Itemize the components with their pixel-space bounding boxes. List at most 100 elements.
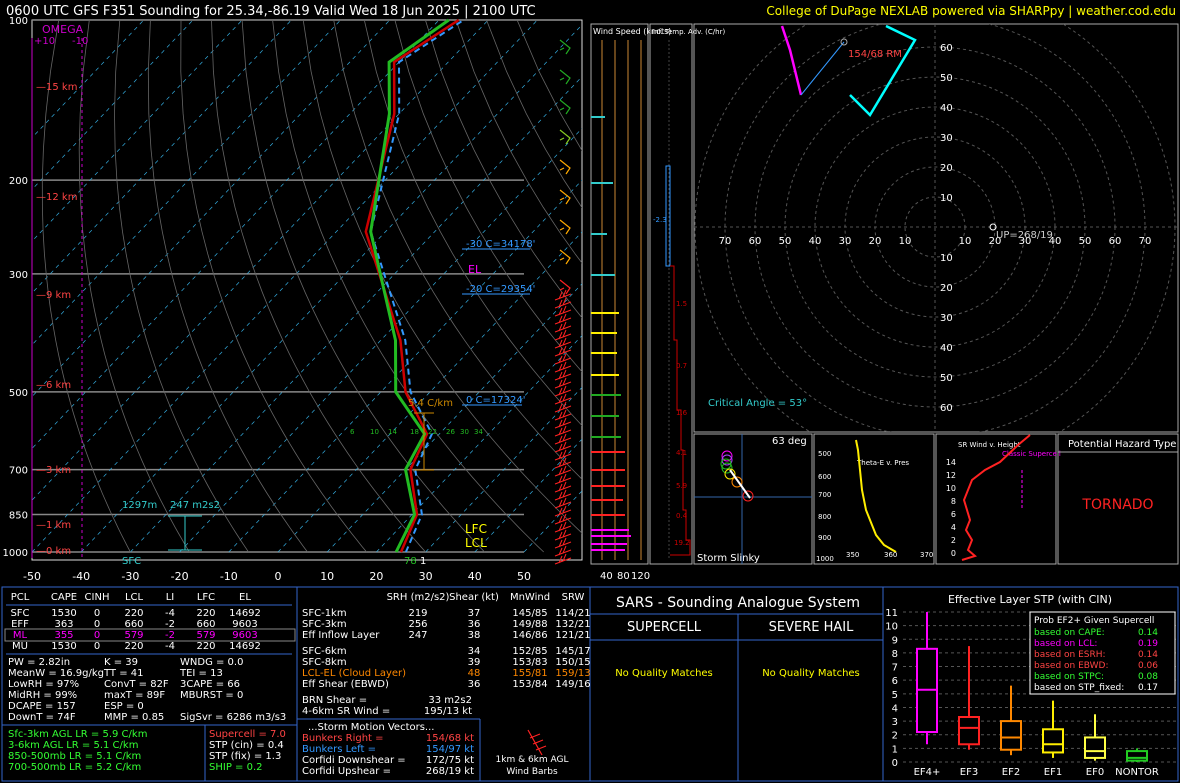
- kin-cell: 132/21: [555, 619, 590, 630]
- header-credit: College of DuPage NEXLAB powered via SHA…: [766, 4, 1176, 18]
- kin-row-label: SFC-8km: [302, 657, 347, 668]
- stp-category: EF1: [1044, 767, 1062, 778]
- pressure-tick-700: 700: [9, 466, 28, 477]
- stp-ytick: 0: [892, 758, 898, 769]
- wind-barb: [559, 219, 571, 235]
- parcel-cell: 363: [54, 619, 73, 630]
- kin-cell: 159/13: [555, 668, 590, 679]
- sars-supercell: SUPERCELL: [627, 620, 702, 635]
- kin-cell: 114/21: [555, 608, 590, 619]
- isotherm: [179, 127, 582, 553]
- stp-ytick: 2: [892, 731, 898, 742]
- index-value: MidRH = 99%: [8, 690, 77, 701]
- parcel-cell: -4: [165, 608, 175, 619]
- hodo-x-tick: 20: [869, 236, 882, 247]
- temp-tick: -40: [72, 570, 90, 583]
- header-title: 0600 UTC GFS F351 Sounding for 25.34,-86…: [6, 4, 536, 19]
- hazard-title: Potential Hazard Type: [1068, 439, 1176, 450]
- stp-ytick: 1: [892, 744, 898, 755]
- adv-val-3: 0.7: [676, 362, 687, 370]
- sfc-temp: 78: [404, 556, 417, 567]
- parcel-cell: 355: [54, 630, 73, 641]
- parcel-cell: EFF: [11, 619, 29, 630]
- hodo-ring-label: 20: [940, 283, 953, 294]
- thetae-ytick-800: 800: [818, 513, 831, 521]
- critical-angle: Critical Angle = 53°: [708, 398, 807, 409]
- parcel-cell: 9603: [232, 619, 257, 630]
- temp-tick: 10: [320, 570, 334, 583]
- srwind-ytick: 8: [951, 497, 956, 506]
- height-label: —15 km: [36, 82, 77, 93]
- srwind-ytick: 4: [951, 523, 956, 532]
- index-value: maxT = 89F: [104, 690, 165, 701]
- skewt-profiles: [364, 18, 465, 553]
- mixing-ratio-label: 6: [350, 428, 355, 436]
- stp-category: NONTOR: [1115, 767, 1159, 778]
- parcel-cell: 14692: [229, 641, 261, 652]
- parcel-cell: -4: [165, 641, 175, 652]
- hodo-x-tick: 30: [839, 236, 852, 247]
- wind-barb: [559, 39, 571, 55]
- height-label: —9 km: [36, 290, 71, 301]
- parcel-cell: 1530: [51, 641, 76, 652]
- stp-category: EF2: [1002, 767, 1020, 778]
- parcel-cell: 220: [124, 641, 143, 652]
- minus30-level: -30 C=34178': [466, 239, 535, 250]
- storm-motion-value: 172/75 kt: [426, 755, 474, 766]
- stp-box: [958, 716, 980, 746]
- sr46-value: 195/13 kt: [424, 706, 472, 717]
- stp-box: [1126, 750, 1148, 762]
- eff-srh-label: 247 m2s2: [170, 500, 220, 511]
- kin-row-label: Eff Inflow Layer: [302, 630, 380, 641]
- srwind-label: SR Wind v. Height: [958, 441, 1021, 449]
- lcl-label: LCL: [465, 536, 487, 550]
- temp-tick: -30: [121, 570, 139, 583]
- hodo-x-tick: 60: [1109, 236, 1122, 247]
- adv-val-4: 1.6: [676, 409, 688, 417]
- omega-tick-neg: -10: [72, 36, 88, 47]
- brn-value: 33 m2s2: [428, 695, 472, 706]
- thetae-label: Theta-E v. Pres: [856, 459, 909, 467]
- kinematics-table: SRH (m2/s2) Shear (kt) MnWind SRW SFC-1km 219…: [297, 592, 591, 781]
- pressure-tick-850: 850: [9, 510, 28, 521]
- kin-row-label: SFC-1km: [302, 608, 347, 619]
- hodo-ring-label: 50: [940, 373, 953, 384]
- mixing-ratio-label: 34: [474, 428, 483, 436]
- thetae-ytick-600: 600: [818, 473, 831, 481]
- hodo-x-tick: 10: [959, 236, 972, 247]
- storm-motion-label: Bunkers Left =: [302, 744, 376, 755]
- omega-tick-pos: +10: [34, 36, 55, 47]
- parcel-cell: 220: [196, 641, 215, 652]
- index-value: DownT = 74F: [8, 712, 76, 723]
- eff-layer-height: 1297m: [122, 500, 157, 511]
- hodo-x-tick: 70: [719, 236, 732, 247]
- dry-adiabat: [241, 20, 485, 553]
- wind-barb: [559, 249, 571, 265]
- kin-cell: 150/15: [555, 657, 590, 668]
- stp-legend: based on CAPE: 0.14 based on LCL: 0.19 based…: [1034, 628, 1158, 693]
- parcel-cell: MU: [12, 641, 28, 652]
- hodo-ring-label: 40: [940, 343, 953, 354]
- adv-val-5: 4.1: [676, 449, 687, 457]
- hodo-x-tick: 60: [749, 236, 762, 247]
- hodo-trace-magenta: [780, 25, 803, 96]
- hodo-x-tick: 50: [779, 236, 792, 247]
- parcel-cell: 0: [94, 630, 100, 641]
- el-label: EL: [468, 263, 482, 276]
- parcel-cell: 9603: [232, 630, 257, 641]
- temp-tick: -20: [171, 570, 189, 583]
- stp-legend-value: 0.08: [1138, 672, 1158, 682]
- mixing-ratio-label: 18: [410, 428, 419, 436]
- dry-adiabat: [114, 20, 249, 553]
- thetae-xtick-350: 350: [846, 551, 859, 559]
- dry-adiabat: [180, 20, 367, 553]
- kin-row-label: SFC-3km: [302, 619, 347, 630]
- mixing-ratio-label: 14: [388, 428, 397, 436]
- thetae-xtick-370: 370: [920, 551, 933, 559]
- sars-title: SARS - Sounding Analogue System: [616, 595, 860, 611]
- srwind-ytick: 2: [951, 536, 956, 545]
- storm-motion-value: 154/68 kt: [426, 733, 474, 744]
- hodo-x-tick: 10: [899, 236, 912, 247]
- temperature-profile: [364, 18, 460, 553]
- adv-val-1: -2.3: [653, 216, 667, 224]
